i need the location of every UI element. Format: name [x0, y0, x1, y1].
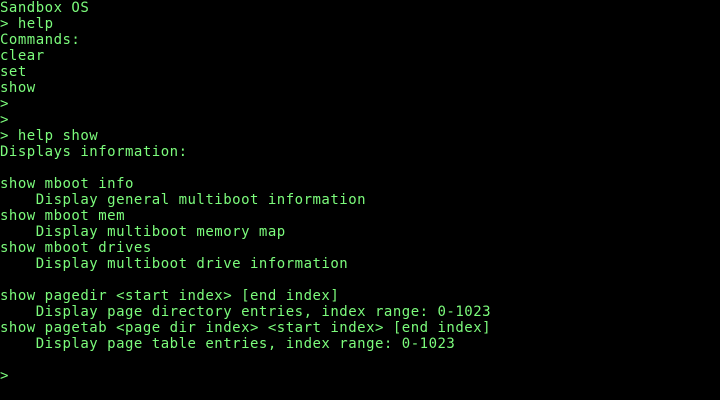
terminal-line: show mboot info [0, 176, 134, 192]
terminal-line: clear [0, 48, 45, 64]
terminal-line: Displays information: [0, 144, 188, 160]
terminal-line: Display page table entries, index range:… [0, 336, 456, 352]
terminal-line: > help show [0, 128, 99, 144]
prompt-symbol: > [0, 368, 9, 384]
terminal-line: show pagetab <page dir index> <start ind… [0, 320, 492, 336]
terminal-screen[interactable]: Sandbox OS > help Commands: clear set sh… [0, 0, 720, 400]
terminal-line: > [0, 112, 9, 128]
terminal-line: show mboot drives [0, 240, 152, 256]
terminal-line: Display page directory entries, index ra… [0, 304, 492, 320]
terminal-line: Display multiboot drive information [0, 256, 349, 272]
terminal-line: show mboot mem [0, 208, 126, 224]
terminal-line: set [0, 64, 27, 80]
terminal-line: Commands: [0, 32, 81, 48]
terminal-line: show pagedir <start index> [end index] [0, 288, 340, 304]
terminal-line: > help [0, 16, 54, 32]
command-prompt[interactable]: > [0, 368, 720, 384]
terminal-line: show [0, 80, 36, 96]
os-title: Sandbox OS [0, 0, 90, 16]
terminal-line: Display general multiboot information [0, 192, 367, 208]
terminal-line: Display multiboot memory map [0, 224, 286, 240]
terminal-line: > [0, 96, 9, 112]
